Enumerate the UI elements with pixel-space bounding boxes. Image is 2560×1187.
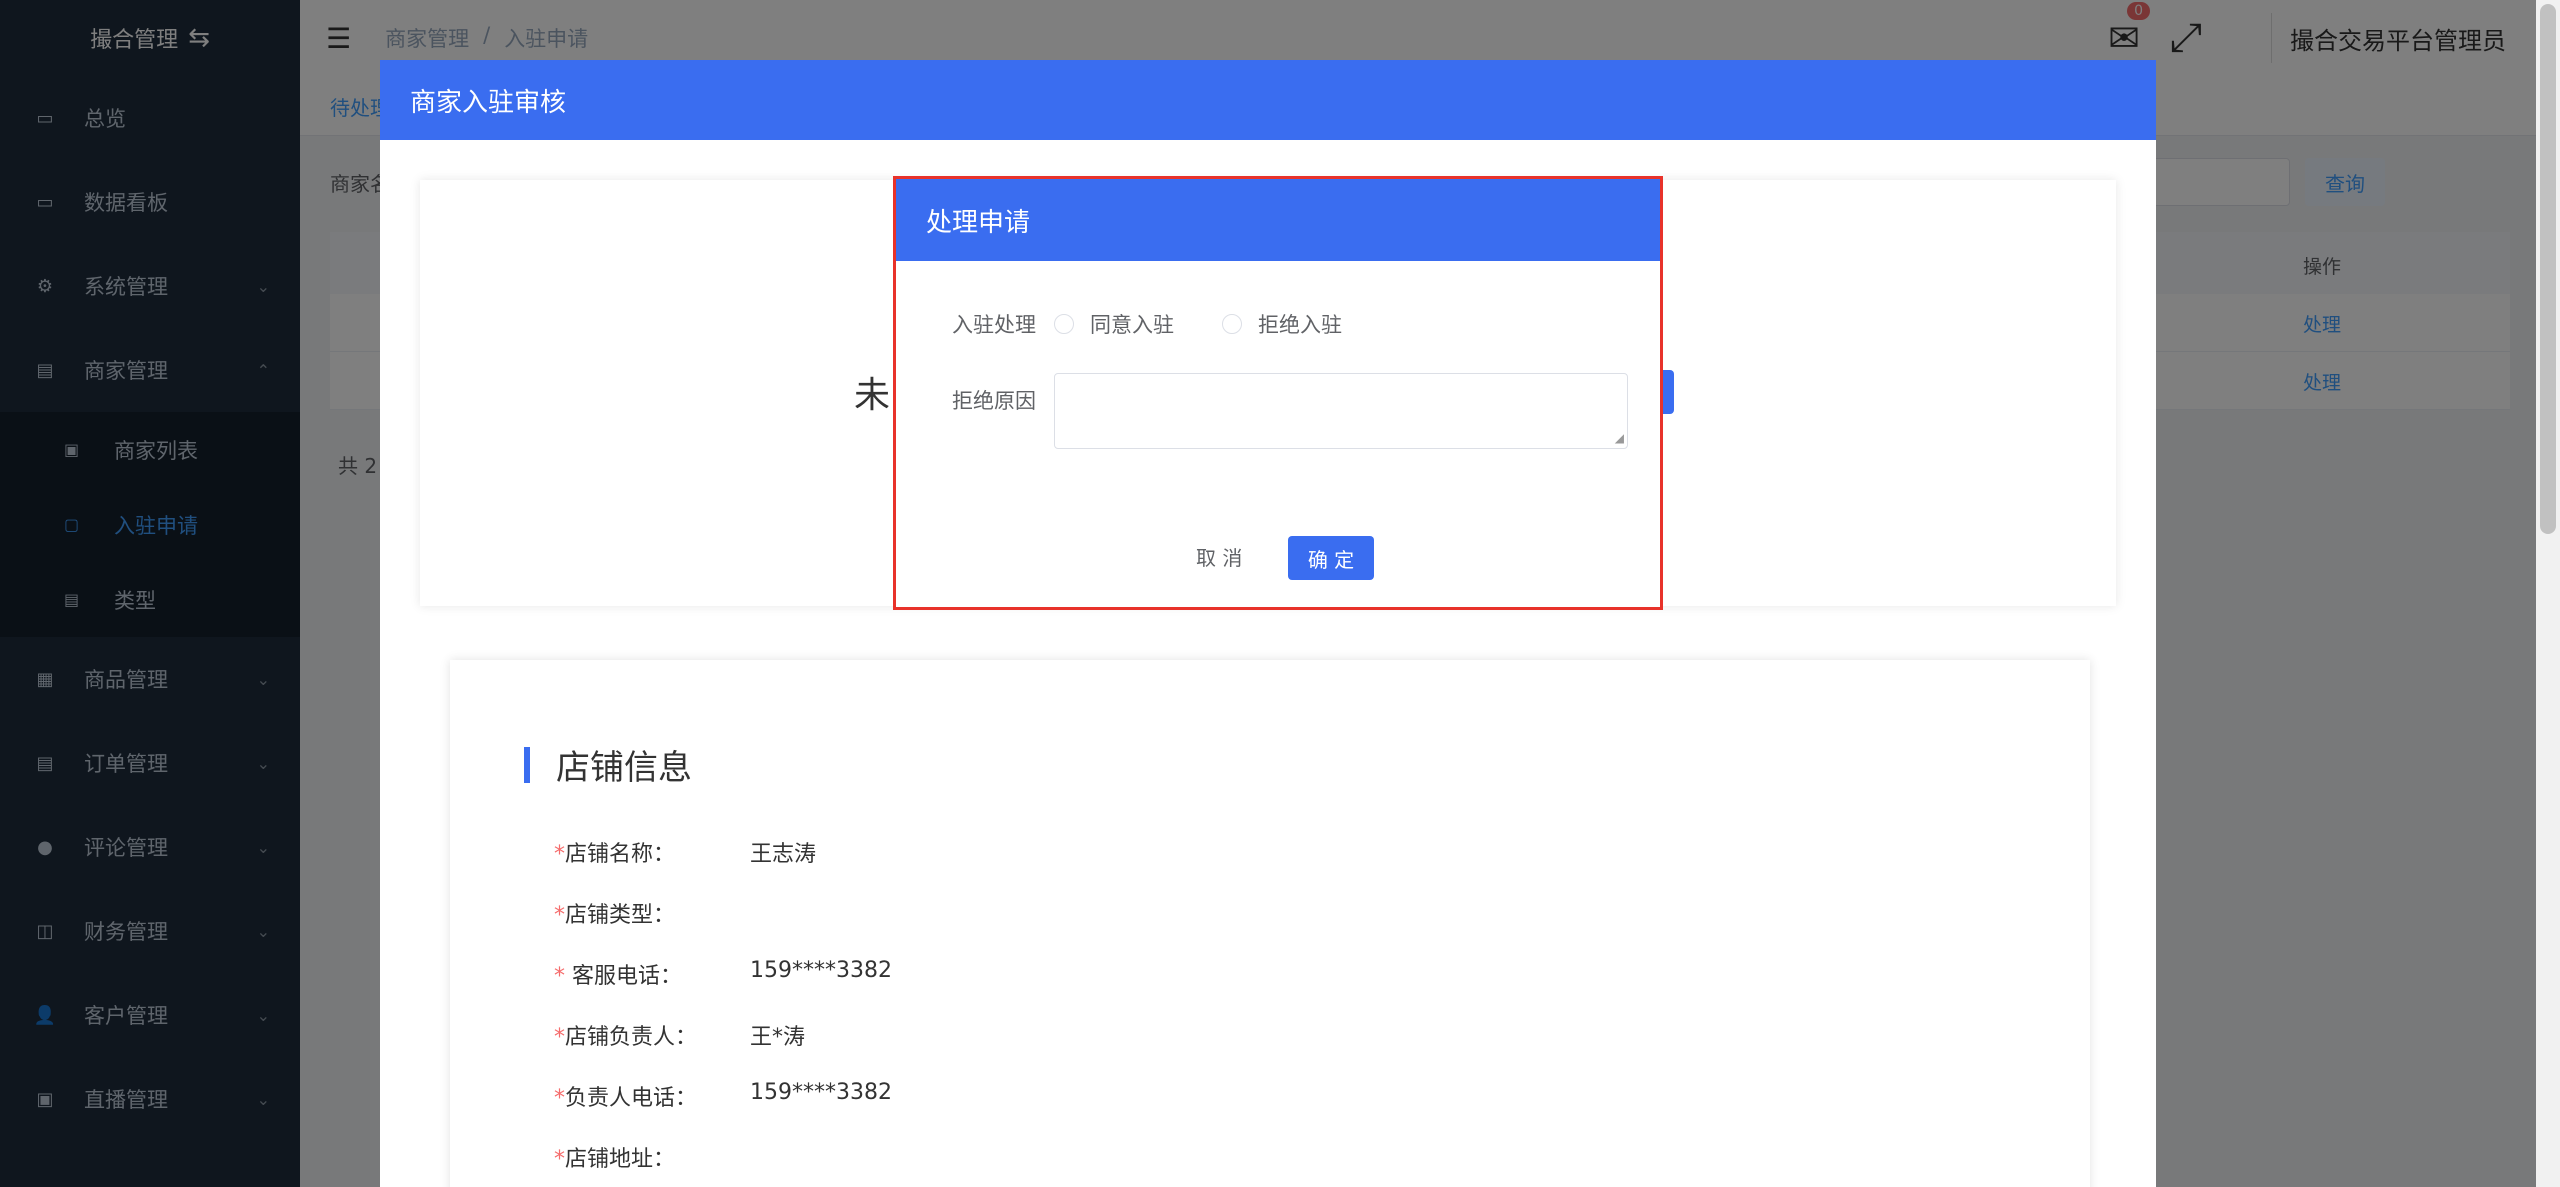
field-value: 王*涛 [750,1025,806,1050]
process-application-dialog: 处理申请 入驻处理 同意入驻 拒绝入驻 拒绝原因 ◢ 取 消 确 定 [893,176,1663,610]
radio-circle[interactable] [1222,314,1242,334]
field-owner-phone: *负责人电话： 159****3382 [554,1080,892,1112]
radio-label: 同意入驻 [1090,313,1174,337]
field-store-owner: *店铺负责人： 王*涛 [554,1019,805,1051]
required-mark: * [554,964,565,989]
field-value: 159****3382 [750,958,892,983]
dialog-title: 商家入驻审核 [380,60,2156,140]
cancel-button[interactable]: 取 消 [1196,542,1242,571]
radio-label: 拒绝入驻 [1258,313,1342,337]
reason-label: 拒绝原因 [952,389,1036,413]
required-mark: * [554,1147,565,1172]
confirm-button[interactable]: 确 定 [1288,536,1374,580]
required-mark: * [554,1086,565,1111]
title-accent-bar [524,746,530,783]
process-label: 入驻处理 [952,313,1036,337]
field-value: 王志涛 [750,842,817,867]
field-label: 店铺地址： [565,1147,676,1172]
field-service-phone: * 客服电话： 159****3382 [554,958,892,990]
status-text: 未 [854,375,891,416]
radio-circle[interactable] [1054,314,1074,334]
field-label: 店铺类型： [565,903,676,928]
page-scrollbar[interactable] [2536,0,2560,1187]
field-store-address: *店铺地址： [554,1141,675,1173]
required-mark: * [554,903,565,928]
scrollbar-thumb[interactable] [2540,4,2556,534]
reject-reason-textarea[interactable]: ◢ [1054,373,1628,449]
required-mark: * [554,1025,565,1050]
store-info-card: 店铺信息 *店铺名称： 王志涛 *店铺类型： * 客服电话： 159****33… [450,660,2090,1187]
field-label: 店铺名称： [565,842,676,867]
resize-grip-icon[interactable]: ◢ [1615,431,1624,445]
store-info-title: 店铺信息 [524,740,692,789]
dialog-title: 处理申请 [896,179,1660,261]
field-label: 客服电话： [565,964,682,989]
field-value: 159****3382 [750,1080,892,1105]
field-store-name: *店铺名称： 王志涛 [554,836,816,868]
radio-agree[interactable]: 同意入驻 [1054,309,1174,339]
field-label: 负责人电话： [565,1086,698,1111]
field-store-type: *店铺类型： [554,897,675,929]
field-label: 店铺负责人： [565,1025,698,1050]
radio-reject[interactable]: 拒绝入驻 [1222,309,1342,339]
required-mark: * [554,842,565,867]
store-info-heading: 店铺信息 [556,748,692,788]
